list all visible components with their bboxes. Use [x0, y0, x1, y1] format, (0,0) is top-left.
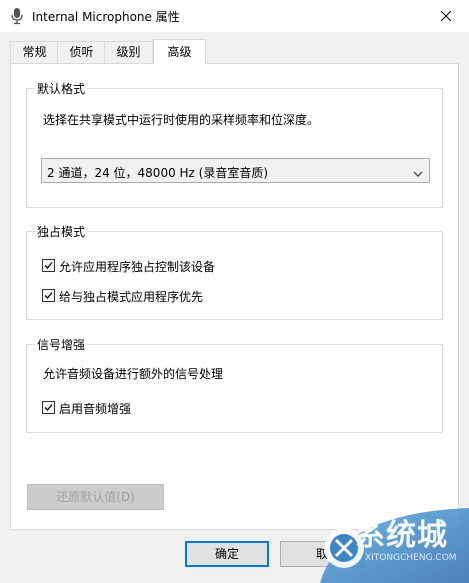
chevron-down-icon — [413, 167, 423, 181]
tab-advanced[interactable]: 高级 — [153, 39, 206, 64]
tab-listen[interactable]: 侦听 — [57, 41, 106, 63]
watermark-text: 系统城 — [355, 518, 448, 553]
signal-enhancement-title: 信号增强 — [35, 336, 88, 353]
signal-enhancement-group: 信号增强 允许音频设备进行额外的信号处理 — [26, 336, 443, 433]
window-title: Internal Microphone 属性 — [32, 10, 180, 24]
watermark-logo: 系统城 XITONGCHENG.COM — [310, 508, 469, 583]
audio-enhancement-label: 启用音频增强 — [59, 402, 132, 416]
checkmark-icon — [44, 404, 53, 411]
checkmark-icon — [44, 262, 53, 269]
allow-exclusive-label: 允许应用程序独占控制该设备 — [59, 260, 216, 274]
close-icon — [441, 11, 451, 21]
close-button[interactable] — [423, 0, 469, 32]
exclusive-priority-checkbox[interactable] — [42, 289, 55, 302]
restore-default-button[interactable]: 还原默认值(D) — [27, 484, 164, 510]
ok-button[interactable]: 确定 — [185, 541, 269, 567]
exclusive-mode-title: 独占模式 — [35, 223, 88, 240]
tab-general[interactable]: 常规 — [10, 41, 59, 63]
audio-enhancement-checkbox[interactable] — [42, 401, 55, 414]
signal-enhancement-description: 允许音频设备进行额外的信号处理 — [43, 367, 224, 381]
exclusive-mode-group: 独占模式 — [26, 223, 443, 320]
properties-dialog: Internal Microphone 属性 常规 侦听 级别 高级 默认格式 … — [0, 0, 469, 583]
tab-levels[interactable]: 级别 — [104, 41, 153, 63]
allow-exclusive-checkbox[interactable] — [42, 259, 55, 272]
microphone-icon — [10, 7, 24, 25]
default-format-description: 选择在共享模式中运行时使用的采样频率和位深度。 — [43, 113, 320, 127]
default-format-group: 默认格式 选择在共享模式中运行时使用的采样频率和位深度。 — [26, 80, 443, 208]
sample-format-select[interactable]: 2 通道，24 位，48000 Hz (录音室音质) — [41, 158, 430, 183]
checkmark-icon — [44, 292, 53, 299]
default-format-title: 默认格式 — [35, 80, 88, 97]
exclusive-priority-label: 给与独占模式应用程序优先 — [59, 290, 204, 304]
title-bar: Internal Microphone 属性 — [0, 0, 469, 32]
sample-format-value: 2 通道，24 位，48000 Hz (录音室音质) — [47, 166, 269, 180]
watermark-subtext: XITONGCHENG.COM — [365, 553, 457, 563]
